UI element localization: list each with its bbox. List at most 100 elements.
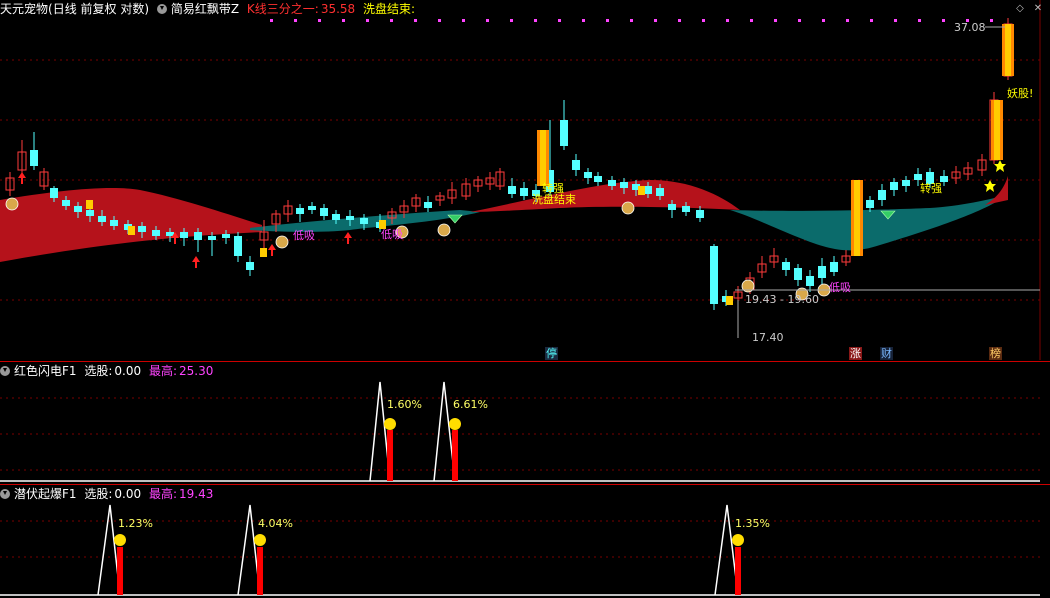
candle-body-down [668, 204, 676, 210]
stock-name[interactable]: 天元宠物 [0, 2, 48, 16]
signal-dot [918, 19, 921, 22]
signal-dot [678, 19, 681, 22]
red-up-arrow [268, 244, 276, 256]
smiley-icon [449, 418, 461, 430]
candle-body-down [152, 230, 160, 236]
signal-dot [870, 19, 873, 22]
candle-body-down [902, 180, 910, 186]
red-up-arrow [18, 172, 26, 184]
candle-body-down [520, 188, 528, 196]
candle-body-down [608, 180, 616, 186]
panel2-red-bar [117, 547, 123, 595]
signal-dot [798, 19, 801, 22]
panel2-pct-2: 4.04% [258, 517, 293, 530]
money-bag-icon [275, 235, 289, 249]
candle-body-down [320, 208, 328, 216]
signal-dot [702, 19, 705, 22]
candle-body-down [620, 182, 628, 188]
red-up-arrow [344, 232, 352, 244]
candle-body-down [62, 200, 70, 206]
panel2-select-value: 0.00 [114, 487, 142, 501]
event-tag-bang[interactable]: 榜 [989, 347, 1002, 360]
period-label[interactable]: (日线 前复权 对数) [48, 2, 149, 16]
panel1-spike [433, 381, 456, 482]
panel1-header: 红色闪电F1 选股: 0.00 最高: 25.30 [0, 362, 217, 380]
signal-dot [486, 19, 489, 22]
signal-dot [270, 19, 273, 22]
indicator-name[interactable]: 简易红飘带Z [171, 2, 239, 16]
panel1-red-bar [387, 430, 393, 481]
panel1-name[interactable]: 红色闪电F1 [14, 364, 77, 378]
signal-dot [726, 19, 729, 22]
panel1-pct-2: 6.61% [453, 398, 488, 411]
candle-body-down [656, 188, 664, 196]
candle-body-down [878, 190, 886, 200]
main-chart-panel[interactable]: 天元宠物(日线 前复权 对数) 简易红飘带Z K线三分之一: 35.58 洗盘结束… [0, 0, 1050, 360]
panel1-canvas[interactable] [0, 362, 1050, 484]
indicator-panel-2[interactable]: 潜伏起爆F1 选股: 0.00 最高: 19.43 1.23% 4.04% 1.35… [0, 485, 1050, 598]
signal-dot [750, 19, 753, 22]
candle-body-down [208, 236, 216, 240]
signal-dot [462, 19, 465, 22]
panel1-max-label: 最高: [148, 364, 178, 378]
candle-body-down [710, 246, 718, 304]
candle-body-down [594, 176, 602, 182]
glow-bar-1-core [540, 130, 546, 186]
event-tag-zhang[interactable]: 涨 [849, 347, 862, 360]
price-high-label: 37.08 [954, 21, 986, 34]
indicator-settings-icon[interactable] [156, 4, 167, 14]
money-bag-icon [5, 197, 19, 211]
event-tag-cai[interactable]: 财 [880, 347, 893, 360]
signal-dot [438, 19, 441, 22]
panel1-settings-icon[interactable] [0, 366, 10, 376]
candle-body-down [584, 172, 592, 178]
main-chart-header: 天元宠物(日线 前复权 对数) 简易红飘带Z K线三分之一: 35.58 洗盘结束… [0, 0, 419, 18]
yellow-marker [726, 296, 733, 305]
panel2-pct-3: 1.35% [735, 517, 770, 530]
panel2-max-label: 最高: [148, 487, 178, 501]
indicator-panel-1[interactable]: 红色闪电F1 选股: 0.00 最高: 25.30 1.60% 6.61% [0, 362, 1050, 484]
candle-body-down [222, 234, 230, 238]
panel1-select-value: 0.00 [114, 364, 142, 378]
signal-dot [318, 19, 321, 22]
candle-body-down [246, 262, 254, 270]
event-tag-ting[interactable]: 停 [545, 347, 558, 360]
panel2-settings-icon[interactable] [0, 489, 10, 499]
panel1-pct-1: 1.60% [387, 398, 422, 411]
panel2-max-value: 19.43 [179, 487, 214, 501]
glow-bar-4-core [1005, 24, 1011, 76]
close-icon[interactable]: ✕ [1032, 3, 1044, 15]
candle-body-down [782, 262, 790, 270]
range-label: 19.43 - 19.60 [745, 293, 819, 306]
signal-dot [558, 19, 561, 22]
candle-body-down [180, 232, 188, 238]
signal-dot [654, 19, 657, 22]
glow-bar-2-core [854, 180, 860, 256]
candle-body-down [866, 200, 874, 208]
signal-dot [606, 19, 609, 22]
yellow-marker [260, 248, 267, 257]
candle-body-down [830, 262, 838, 272]
candle-body-down [74, 206, 82, 212]
panel2-pct-1: 1.23% [118, 517, 153, 530]
red-up-arrow [192, 256, 200, 268]
wash-label: 洗盘结束: [363, 2, 416, 16]
restore-icon[interactable]: ◇ [1014, 3, 1026, 15]
candle-body-down [818, 266, 826, 278]
signal-dot [342, 19, 345, 22]
candle-body-down [360, 218, 368, 224]
candle-body-down [50, 188, 58, 198]
candle-body-down [572, 160, 580, 170]
panel1-select-label: 选股: [84, 364, 113, 378]
xipan-end-label: 洗盘结束 [532, 193, 576, 206]
candle-body-down [138, 226, 146, 232]
signal-dot [630, 19, 633, 22]
signal-dot [582, 19, 585, 22]
money-bag-icon [621, 201, 635, 215]
signal-dot [846, 19, 849, 22]
panel2-name[interactable]: 潜伏起爆F1 [14, 487, 77, 501]
glow-bar-3-core [994, 100, 1000, 160]
candle-body-down [914, 174, 922, 180]
main-chart-canvas[interactable] [0, 0, 1050, 360]
k-third-value: 35.58 [320, 2, 356, 16]
